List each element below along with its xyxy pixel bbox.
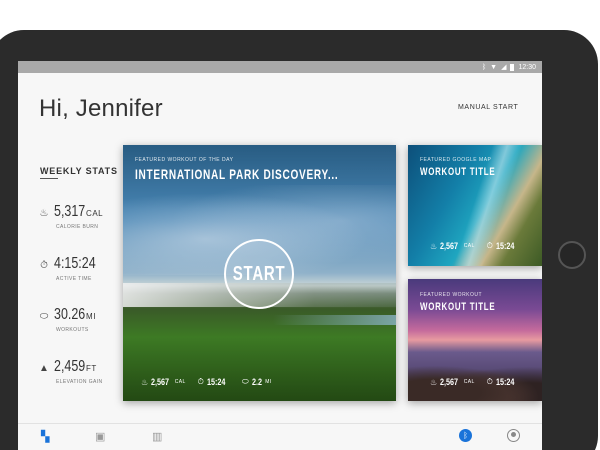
- mountain-icon: ▲: [39, 363, 49, 374]
- stat-calories: ♨ 5,317 CAL CALORIE BURN: [38, 203, 128, 230]
- stat-active-time: ⏱ 4:15:24 ACTIVE TIME: [38, 255, 128, 282]
- start-button[interactable]: START: [224, 239, 294, 309]
- app-screen: ᛒ ▼ ◢ 12:30 Hi, Jennifer MANUAL START WE…: [18, 61, 542, 450]
- card-stat-time: ⏱ 15:24: [487, 377, 519, 387]
- card-stat-time: ⏱ 15:24: [487, 241, 519, 251]
- card-stat-value: 2,567: [440, 241, 459, 251]
- flame-icon: ♨: [430, 241, 438, 251]
- battery-icon: [510, 63, 515, 71]
- calendar-icon[interactable]: ▣: [95, 430, 105, 443]
- stat-value: 4:15:24: [54, 255, 96, 272]
- stat-unit: FT: [86, 364, 97, 373]
- card-kicker: FEATURED GOOGLE MAP: [420, 157, 492, 163]
- stopwatch-icon: ⏱: [486, 377, 493, 386]
- manual-start-button[interactable]: MANUAL START: [458, 104, 518, 111]
- stat-value: 5,317: [54, 203, 86, 220]
- card-title: WORKOUT TITLE: [420, 166, 496, 178]
- card-stat-value: 2.2: [251, 377, 262, 387]
- dashboard-icon[interactable]: ▚: [41, 430, 49, 443]
- card-stat-value: 15:24: [495, 377, 515, 387]
- map-icon[interactable]: ▥: [152, 430, 162, 443]
- card-stat-unit: CAL: [463, 243, 475, 249]
- card-stat-distance: ⬭ 2.2 MI: [242, 377, 272, 387]
- card-stat-calories: ♨ 2,567 CAL: [141, 377, 186, 387]
- weekly-stats-underline: [40, 178, 58, 179]
- stopwatch-icon: ⏱: [40, 260, 48, 271]
- stopwatch-icon: ⏱: [486, 241, 493, 250]
- bluetooth-icon[interactable]: ᛒ: [459, 429, 472, 442]
- card-kicker: FEATURED WORKOUT OF THE DAY: [135, 157, 234, 163]
- flame-icon: ♨: [430, 377, 438, 387]
- flame-icon: ♨: [39, 208, 49, 219]
- card-stat-calories: ♨ 2,567 CAL: [430, 377, 475, 387]
- stat-value: 30.26: [54, 306, 86, 323]
- status-time: 12:30: [518, 63, 536, 71]
- card-stat-value: 2,567: [440, 377, 459, 387]
- card-stats: ♨ 2,567 CAL ⏱ 15:24: [430, 377, 519, 387]
- card-stat-calories: ♨ 2,567 CAL: [430, 241, 475, 251]
- status-bar: ᛒ ▼ ◢ 12:30: [18, 61, 542, 73]
- card-title: INTERNATIONAL PARK DISCOVERY...: [135, 166, 339, 182]
- profile-icon[interactable]: [507, 429, 520, 442]
- bottom-nav: ▚ ▣ ▥ ᛒ: [18, 423, 542, 450]
- stat-label: CALORIE BURN: [56, 224, 99, 230]
- stat-unit: CAL: [86, 209, 104, 218]
- start-label: START: [232, 262, 286, 285]
- stat-label: WORKOUTS: [56, 327, 89, 333]
- stat-value: 2,459: [54, 358, 86, 375]
- shoe-icon: ⬭: [241, 377, 249, 386]
- card-stat-unit: CAL: [174, 379, 186, 385]
- card-stat-value: 15:24: [206, 377, 226, 387]
- card-stat-unit: CAL: [463, 379, 475, 385]
- card-stat-time: ⏱ 15:24: [198, 377, 230, 387]
- stat-elevation: ▲ 2,459 FT ELEVATION GAIN: [38, 358, 128, 385]
- bluetooth-icon: ᛒ: [481, 63, 487, 71]
- featured-workout-side-card[interactable]: FEATURED WORKOUT WORKOUT TITLE ♨ 2,567 C…: [408, 279, 542, 401]
- card-title: WORKOUT TITLE: [420, 301, 496, 313]
- card-kicker: FEATURED WORKOUT: [420, 292, 483, 298]
- card-stats: ♨ 2,567 CAL ⏱ 15:24: [430, 241, 519, 251]
- stat-label: ELEVATION GAIN: [56, 379, 103, 385]
- stat-unit: MI: [86, 312, 96, 321]
- greeting-title: Hi, Jennifer: [39, 95, 163, 122]
- card-stat-value: 2,567: [151, 377, 170, 387]
- card-stats: ♨ 2,567 CAL ⏱ 15:24 ⬭ 2.2 MI: [141, 377, 272, 387]
- home-button[interactable]: [558, 241, 586, 269]
- flame-icon: ♨: [141, 377, 149, 387]
- shoe-icon: ⬭: [39, 311, 49, 322]
- card-stat-value: 15:24: [495, 241, 515, 251]
- stat-workouts: ⬭ 30.26 MI WORKOUTS: [38, 306, 128, 333]
- card-stat-unit: MI: [265, 379, 272, 385]
- wifi-icon: ▼: [490, 63, 498, 71]
- stopwatch-icon: ⏱: [197, 377, 204, 386]
- weekly-stats-title: WEEKLY STATS: [40, 166, 118, 176]
- featured-workout-card[interactable]: FEATURED WORKOUT OF THE DAY INTERNATIONA…: [123, 145, 396, 401]
- featured-map-card[interactable]: FEATURED GOOGLE MAP WORKOUT TITLE ♨ 2,56…: [408, 145, 542, 266]
- stat-label: ACTIVE TIME: [56, 276, 92, 282]
- signal-icon: ◢: [501, 63, 507, 71]
